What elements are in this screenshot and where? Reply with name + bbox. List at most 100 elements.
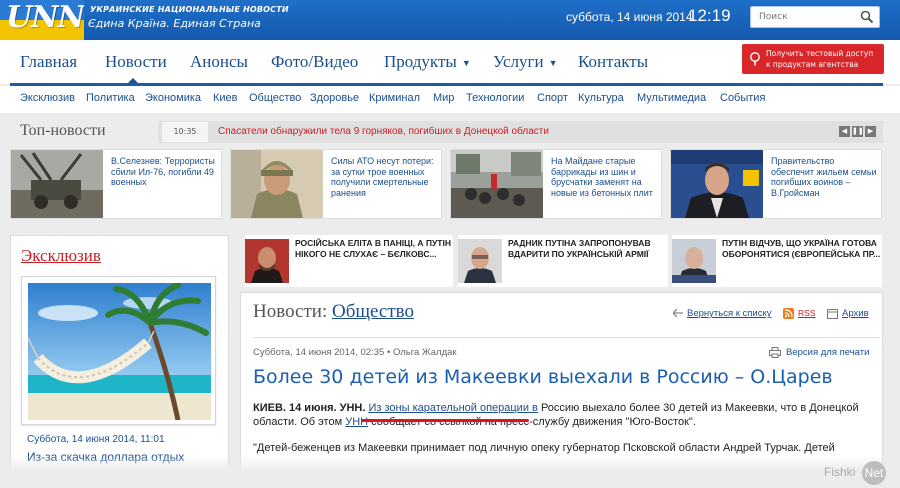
subnav-item-multimedia[interactable]: Мультимедиа [637,92,706,104]
search-box [750,6,880,28]
nav-item-news[interactable]: Новости [105,52,167,72]
subnav-item-politics[interactable]: Политика [86,92,135,104]
print-version-label: Версия для печати [786,347,870,359]
article-meta: Суббота, 14 июня 2014, 02:35 • Ольга Жал… [253,347,457,358]
article-title: Более 30 детей из Макеевки выехали в Рос… [253,366,833,388]
header-clock: 12:19 [688,6,731,25]
info-icon [750,52,760,66]
top-news-card[interactable]: Правительство обеспечит жильем семьи пог… [670,149,882,219]
nav-item-services-label: Услуги [493,52,544,71]
subnav-item-technology[interactable]: Технологии [466,92,524,104]
header-date: суббота, 14 июня 2014 [566,10,693,24]
putin-photo [672,239,716,283]
hammock-beach-photo [28,283,211,420]
bottom-fade [0,456,900,488]
chevron-down-icon: ▼ [461,58,471,69]
ticker-next-button[interactable]: ▶ [865,126,876,137]
article-lead: КИЕВ. 14 июня. УНН. Из зоны карательной … [253,401,868,429]
soldier-photo [231,150,323,218]
ticker-time: 10:35 [162,122,208,142]
rss-icon [783,308,794,319]
news-ticker: 10:35 Спасатели обнаружили тела 9 горняк… [158,121,883,143]
sub-nav: Эксклюзив Политика Экономика Киев Общест… [0,86,900,113]
top-news-card[interactable]: В.Селезнев: Террористы сбили Ил-76, поги… [10,149,222,219]
belkovsky-photo [245,239,289,283]
article-paragraph: "Детей-беженцев из Макеевки принимает по… [253,442,835,454]
article-inline-link[interactable]: Из зоны карательной операции в [369,402,538,414]
printer-icon [769,347,781,358]
site-header: UNN УКРАИНСКИЕ НАЦИОНАЛЬНЫЕ НОВОСТИ Єдин… [0,0,900,40]
ticker-pause-button[interactable]: ❚❚ [852,126,864,137]
nav-item-services[interactable]: Услуги ▼ [493,52,558,72]
top-news-cards: В.Селезнев: Террористы сбили Ил-76, поги… [10,149,883,219]
chevron-down-icon: ▼ [548,58,558,69]
groysman-photo [671,150,763,218]
trial-access-button[interactable]: Получить тестовый доступ к продуктам аге… [742,44,884,74]
rss-label: RSS [798,308,816,319]
article-divider [253,337,881,338]
section-prefix: Новости: [253,301,328,322]
back-arrow-icon [673,309,683,318]
back-to-list-link[interactable]: Вернуться к списку [673,308,772,319]
nav-item-products-label: Продукты [384,52,457,71]
top-news-bar: Топ-новости 10:35 Спасатели обнаружили т… [10,119,883,145]
unn-link[interactable]: УНН [345,416,368,428]
tagline-top: УКРАИНСКИЕ НАЦИОНАЛЬНЫЕ НОВОСТИ [90,5,289,14]
article-lead-end: сообщает со ссылкой на пресс-службу движ… [371,416,696,428]
top-news-card-text: На Майдане старые баррикады из шин и бру… [551,156,653,198]
rss-link[interactable]: RSS [783,308,815,319]
subnav-item-exclusive[interactable]: Эксклюзив [20,92,75,104]
main-nav: Главная Новости Анонсы Фото/Видео Продук… [0,40,900,84]
opinion-card-text: РОСІЙСЬКА ЕЛІТА В ПАНІЦІ, А ПУТІН НІКОГО… [295,238,451,259]
unn-logo[interactable]: UNN [0,0,84,40]
subnav-item-world[interactable]: Мир [433,92,454,104]
article-dateline: КИЕВ. 14 июня. УНН. [253,402,366,414]
subnav-item-events[interactable]: События [720,92,765,104]
nav-item-announcements[interactable]: Анонсы [190,52,248,72]
opinion-card[interactable]: РАДНИК ПУТІНА ЗАПРОПОНУВАВ ВДАРИТИ ПО УК… [458,235,668,287]
subnav-item-economy[interactable]: Экономика [145,92,201,104]
subnav-item-sport[interactable]: Спорт [537,92,568,104]
print-version-link[interactable]: Версия для печати [769,347,869,358]
nav-item-products[interactable]: Продукты ▼ [384,52,471,72]
trial-access-label: Получить тестовый доступ к продуктам аге… [766,49,874,69]
artillery-photo [11,150,103,218]
maidan-photo [451,150,543,218]
opinion-card-text: РАДНИК ПУТІНА ЗАПРОПОНУВАВ ВДАРИТИ ПО УК… [508,238,651,259]
subnav-item-kyiv[interactable]: Киев [213,92,238,104]
opinion-card[interactable]: РОСІЙСЬКА ЕЛІТА В ПАНІЦІ, А ПУТІН НІКОГО… [245,235,453,287]
exclusive-photo-frame[interactable] [21,276,216,425]
top-news-card-text: Правительство обеспечит жильем семьи пог… [771,156,877,198]
watermark-text: Fishki [824,465,856,479]
search-input[interactable] [751,7,859,27]
exclusive-panel: Эксклюзив Суббота, 14 июня 2014, 11:01 И… [10,235,229,488]
top-news-card[interactable]: Силы АТО несут потери: за сутки трое вое… [230,149,442,219]
subnav-item-culture[interactable]: Культура [578,92,624,104]
archive-link[interactable]: Архив [827,308,869,319]
exclusive-date: Суббота, 14 июня 2014, 11:01 [27,434,165,445]
logo-text: UNN [6,0,84,35]
nav-item-home[interactable]: Главная [20,52,77,72]
nav-item-photo-video[interactable]: Фото/Видео [271,52,358,72]
opinion-card[interactable]: ПУТІН ВІДЧУВ, ЩО УКРАЇНА ГОТОВА ОБОРОНЯТ… [672,235,882,287]
subnav-item-crime[interactable]: Криминал [369,92,420,104]
watermark-badge: Net [862,461,886,485]
search-icon[interactable] [860,10,874,24]
top-news-card-text: В.Селезнев: Террористы сбили Ил-76, поги… [111,156,215,187]
back-to-list-label: Вернуться к списку [687,308,772,319]
top-news-title: Топ-новости [20,122,106,139]
calendar-icon [827,309,838,319]
fishki-watermark: Fishki Net [824,461,894,485]
nav-item-contacts[interactable]: Контакты [578,52,648,72]
section-heading: Новости: Общество [253,301,414,323]
glazyev-photo [458,239,502,283]
section-link[interactable]: Общество [332,301,414,322]
exclusive-title[interactable]: Эксклюзив [21,246,101,266]
archive-label: Архив [842,308,869,320]
ticker-prev-button[interactable]: ◀ [839,126,850,137]
top-news-card-text: Силы АТО несут потери: за сутки трое вое… [331,156,434,198]
ticker-headline[interactable]: Спасатели обнаружили тела 9 горняков, по… [218,126,549,137]
subnav-item-society[interactable]: Общество [249,92,301,104]
top-news-card[interactable]: На Майдане старые баррикады из шин и бру… [450,149,662,219]
subnav-item-health[interactable]: Здоровье [310,92,359,104]
